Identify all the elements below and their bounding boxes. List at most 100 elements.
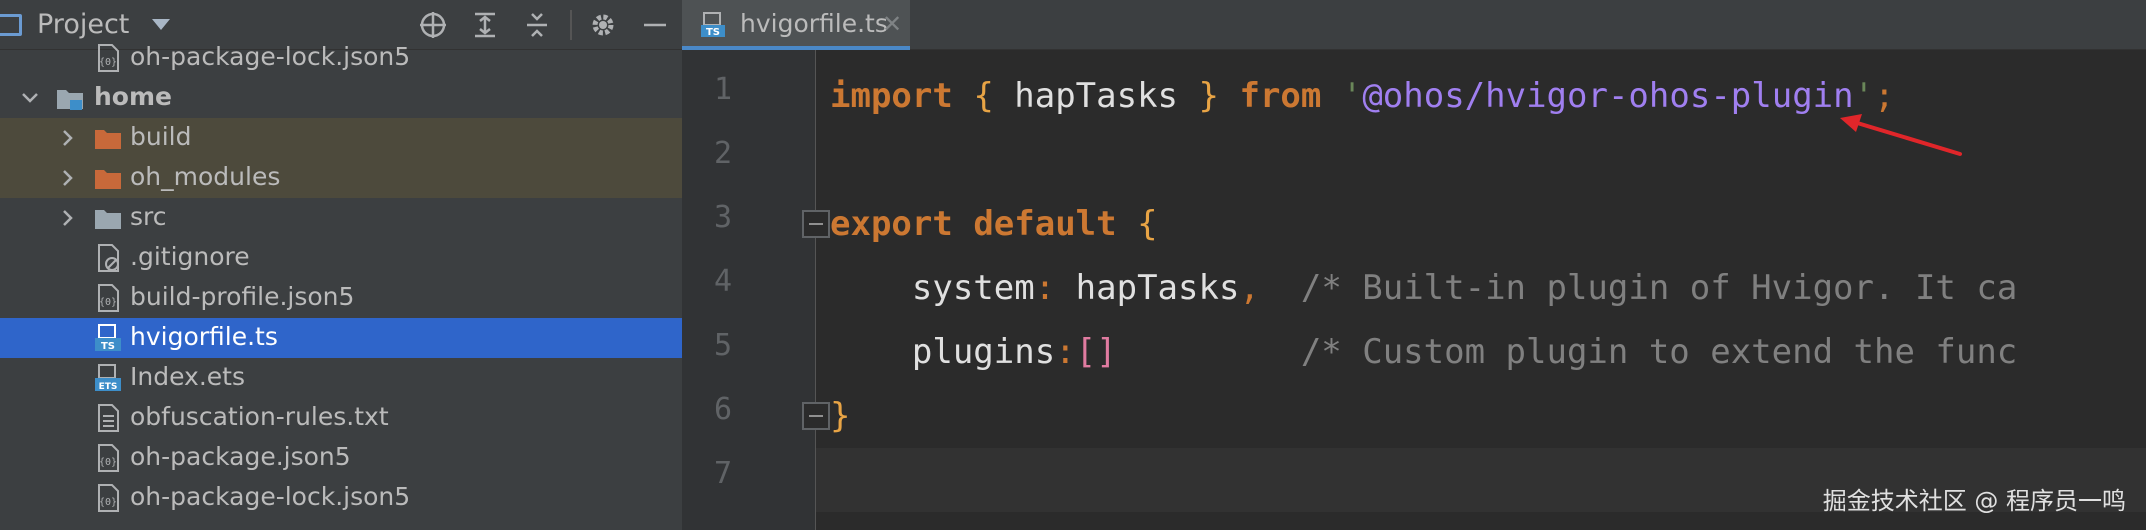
- minimize-icon[interactable]: [638, 8, 672, 42]
- tree-item-label: Index.ets: [130, 362, 245, 391]
- annotation-arrow: [1840, 114, 1962, 156]
- gear-icon[interactable]: [586, 8, 620, 42]
- tree-item[interactable]: {0} build-profile.json5: [0, 278, 682, 318]
- code-token: :: [1055, 332, 1076, 372]
- svg-text:TS: TS: [706, 27, 720, 38]
- fold-marker-icon[interactable]: [802, 402, 830, 430]
- code-token: plugins: [830, 332, 1056, 372]
- line-number: 2: [713, 136, 732, 171]
- chevron-right-icon[interactable]: [58, 168, 78, 188]
- code-token: }: [1198, 76, 1219, 116]
- ts-file-icon: TS: [700, 12, 726, 38]
- ets-file-icon: ETS: [94, 364, 122, 392]
- code-token: @ohos/hvigor-ohos-plugin: [1362, 76, 1854, 116]
- line-number: 4: [713, 264, 732, 299]
- svg-text:{0}: {0}: [99, 457, 117, 468]
- code-line[interactable]: system: hapTasks, /* Built-in plugin of …: [830, 256, 2146, 320]
- tree-item-label: .gitignore: [130, 242, 250, 271]
- tree-item-label: obfuscation-rules.txt: [130, 402, 389, 431]
- tree-item-label: src: [130, 202, 167, 231]
- tab-hvigorfile[interactable]: TS hvigorfile.ts ✕: [682, 0, 910, 50]
- code-editor: TS hvigorfile.ts ✕ 1 2 3 4 5 6 7 import { hapT…: [682, 0, 2146, 530]
- orange-folder-icon: [94, 124, 122, 152]
- code-token: default: [973, 204, 1117, 244]
- chevron-right-icon[interactable]: [58, 208, 78, 228]
- code-line[interactable]: }: [830, 384, 2146, 448]
- tree-item[interactable]: ETS Index.ets: [0, 358, 682, 398]
- expand-all-icon[interactable]: [468, 8, 502, 42]
- code-token: hapTasks: [1055, 268, 1240, 308]
- tree-item-label: build-profile.json5: [130, 282, 355, 311]
- tree-item-label: build: [130, 122, 192, 151]
- line-number: 6: [713, 392, 732, 427]
- tree-item[interactable]: src: [0, 198, 682, 238]
- svg-text:TS: TS: [101, 341, 115, 352]
- tree-item[interactable]: {0} oh-package.json5: [0, 438, 682, 478]
- line-number: 5: [713, 328, 732, 363]
- chevron-right-icon[interactable]: [58, 128, 78, 148]
- tree-item-label: oh_modules: [130, 162, 281, 191]
- svg-text:ETS: ETS: [99, 382, 118, 392]
- tree-item[interactable]: obfuscation-rules.txt: [0, 398, 682, 438]
- line-number: 1: [713, 72, 732, 107]
- collapse-all-icon[interactable]: [520, 8, 554, 42]
- code-token: system: [830, 268, 1035, 308]
- tree-item-label: oh-package-lock.json5: [130, 482, 411, 511]
- code-token: :: [1034, 268, 1056, 308]
- code-line[interactable]: export default {: [830, 192, 2146, 256]
- line-number-gutter: 1 2 3 4 5 6 7: [682, 50, 830, 530]
- json-config-icon: {0}: [94, 484, 122, 512]
- chevron-down-icon[interactable]: [152, 19, 170, 30]
- tree-item-label: home: [94, 82, 172, 111]
- project-window-icon[interactable]: [0, 14, 22, 36]
- line-number: 3: [713, 200, 732, 235]
- code-token: import: [830, 76, 953, 116]
- text-file-icon: [94, 404, 122, 432]
- tree-item[interactable]: oh_modules: [0, 158, 682, 198]
- editor-tab-bar: TS hvigorfile.ts ✕: [682, 0, 2146, 50]
- code-token: []: [1075, 332, 1117, 372]
- code-token: hapTasks: [993, 76, 1199, 116]
- code-token: from: [1239, 76, 1322, 116]
- tree-item[interactable]: .gitignore: [0, 238, 682, 278]
- code-token: {: [973, 76, 994, 116]
- json-config-icon: {0}: [94, 284, 122, 312]
- code-token: export: [830, 204, 953, 244]
- svg-text:{0}: {0}: [99, 297, 117, 308]
- tab-label: hvigorfile.ts: [740, 9, 888, 38]
- tree-item[interactable]: build: [0, 118, 682, 158]
- chevron-down-icon[interactable]: [20, 88, 40, 108]
- ts-file-icon: TS: [94, 324, 122, 352]
- watermark-text: 掘金技术社区 @ 程序员一鸣: [1822, 487, 2126, 515]
- json-config-icon: {0}: [94, 44, 122, 72]
- tree-item[interactable]: {0} oh-package-lock.json5: [0, 38, 682, 78]
- code-token: }: [830, 396, 851, 436]
- tree-item-label: hvigorfile.ts: [130, 322, 278, 351]
- folder-icon: [94, 204, 122, 232]
- line-number: 7: [713, 456, 732, 491]
- locate-file-icon[interactable]: [416, 8, 450, 42]
- tree-item[interactable]: TS hvigorfile.ts: [0, 318, 682, 358]
- tree-item[interactable]: {0} oh-package-lock.json5: [0, 478, 682, 518]
- project-sidebar: Project {0} oh-package-lock.json5 home buil…: [0, 0, 682, 530]
- svg-text:{0}: {0}: [99, 497, 117, 508]
- tree-item-label: oh-package.json5: [130, 442, 351, 471]
- code-token: /* Built-in plugin of Hvigor. It ca: [1259, 268, 2018, 308]
- tree-item[interactable]: home: [0, 78, 682, 118]
- code-token: ,: [1239, 268, 1260, 308]
- json-config-icon: {0}: [94, 444, 122, 472]
- project-panel-title[interactable]: Project: [37, 9, 129, 40]
- tree-item-label: oh-package-lock.json5: [130, 42, 411, 71]
- close-icon[interactable]: ✕: [882, 10, 902, 38]
- orange-folder-icon: [94, 164, 122, 192]
- code-token: /* Custom plugin to extend the func: [1116, 332, 2018, 372]
- gitignore-file-icon: [94, 244, 122, 272]
- header-divider: [570, 10, 572, 40]
- fold-marker-icon[interactable]: [802, 210, 830, 238]
- code-line[interactable]: plugins:[] /* Custom plugin to extend th…: [830, 320, 2146, 384]
- code-token: {: [1137, 204, 1158, 244]
